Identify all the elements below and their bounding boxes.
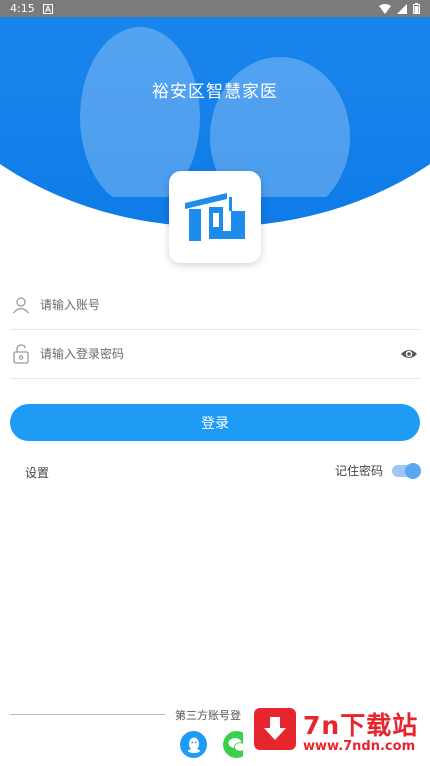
notification-a-icon	[42, 3, 53, 14]
app-title: 裕安区智慧家医	[152, 82, 278, 102]
battery-icon	[413, 3, 420, 14]
divider-line	[10, 714, 165, 715]
doctor-handshake-illustration	[80, 27, 350, 197]
house-logo-icon	[185, 193, 245, 241]
download-site-watermark: 7n下载站 www.7ndn.com	[243, 696, 430, 766]
account-field[interactable]	[10, 281, 420, 330]
remember-password-label: 记住密码	[334, 464, 383, 478]
toggle-knob	[405, 462, 421, 479]
password-field[interactable]	[10, 330, 420, 379]
wifi-icon	[379, 3, 391, 14]
password-input[interactable]	[38, 346, 400, 362]
lock-icon	[11, 344, 31, 364]
signal-icon	[397, 3, 407, 14]
watermark-title: 7n下载站	[303, 711, 419, 740]
status-time: 4:15	[10, 2, 35, 15]
login-button[interactable]: 登录	[10, 404, 420, 441]
user-icon	[11, 295, 31, 315]
remember-password-toggle[interactable]	[392, 462, 421, 479]
account-input[interactable]	[38, 297, 420, 313]
download-arrow-icon	[254, 708, 296, 750]
qq-icon	[187, 737, 200, 753]
watermark-url: www.7ndn.com	[303, 739, 416, 754]
qq-login-button[interactable]	[180, 731, 207, 758]
remember-password[interactable]: 记住密码	[334, 462, 421, 479]
settings-link[interactable]: 设置	[25, 464, 49, 481]
eye-icon[interactable]	[400, 345, 418, 363]
status-bar: 4:15	[0, 0, 430, 17]
app-logo	[169, 171, 261, 263]
third-party-label: 第三方账号登	[175, 709, 241, 722]
